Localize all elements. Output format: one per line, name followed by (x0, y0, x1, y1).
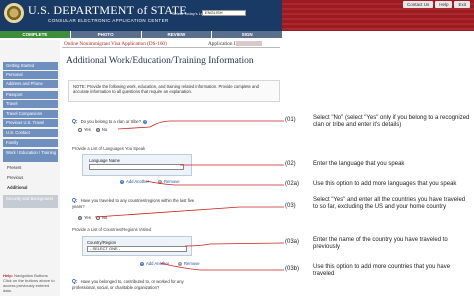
language-add-another-button[interactable]: + Add Another (120, 179, 149, 184)
sidebar-item-address-phone[interactable]: Address and Phone (3, 80, 58, 88)
plus-icon: + (120, 178, 124, 184)
top-links: Contact Us Help Exit (402, 1, 470, 8)
sidebar: Getting Started Personal Address and Pho… (0, 40, 60, 296)
language-add-another-label: Add Another (126, 179, 150, 184)
help-icon[interactable]: ? (143, 120, 148, 124)
country-region-label: Country/Region (87, 240, 117, 245)
tab-photo[interactable]: PHOTO (69, 31, 141, 38)
question-countries-traveled: Q: Have you traveled to any countries/reg… (72, 198, 207, 209)
site-header: U.S. DEPARTMENT of STATE CONSULAR ELECTR… (0, 0, 282, 31)
sidebar-subitem-present[interactable]: Present (7, 165, 21, 170)
help-box: Help: Navigation Buttons Click on the bu… (3, 273, 58, 293)
countries-traveled-yes-radio[interactable] (78, 215, 82, 220)
sidebar-subitem-additional[interactable]: Additional (7, 185, 27, 190)
sidebar-item-security-background[interactable]: Security and Background (3, 195, 58, 208)
sidebar-item-getting-started[interactable]: Getting Started (3, 62, 58, 70)
clan-tribe-yes-radio[interactable] (78, 127, 82, 132)
exit-link[interactable]: Exit (454, 1, 470, 8)
countries-traveled-options: Yes No (78, 215, 107, 220)
annotation-text-03b: Use this option to add more countries th… (313, 264, 451, 278)
tab-review[interactable]: REVIEW (140, 31, 212, 38)
sidebar-item-passport[interactable]: Passport (3, 91, 58, 99)
annotation-num-01: (01) (285, 117, 296, 123)
annotation-text-02: Enter the language that you speak (313, 161, 405, 167)
annotation-num-02a: (02a) (285, 181, 300, 187)
tab-complete[interactable]: COMPLETE (0, 31, 70, 38)
country-remove-label: Remove (184, 261, 200, 266)
question-countries-traveled-text: Have you traveled to any countries/regio… (72, 198, 195, 209)
country-add-another-button[interactable]: + Add Another (140, 261, 169, 266)
application-id-redacted (236, 41, 262, 46)
minus-icon: − (158, 178, 162, 184)
form-header-title: Online Nonimmigrant Visa Application (DS… (64, 41, 167, 47)
application-id-label: Application ID (208, 41, 240, 47)
annotation-text-03a: Enter the name of the country you have t… (313, 237, 448, 251)
clan-tribe-no-radio[interactable] (95, 127, 100, 132)
country-remove-button[interactable]: − Remove (178, 261, 200, 266)
help-link[interactable]: Help (435, 1, 453, 8)
language-name-input[interactable] (89, 164, 184, 170)
page-title: Additional Work/Education/Training Infor… (66, 56, 254, 66)
question-organizations: Q: Have you belonged to, contributed to, … (72, 279, 207, 290)
question-clan-tribe: Q: Do you belong to a clan or tribe?? (72, 119, 148, 125)
clan-tribe-yes-label: Yes (84, 127, 91, 132)
clan-tribe-options: Yes No (78, 127, 107, 132)
annotation-text-03: Select "Yes" and enter all the countries… (313, 197, 466, 211)
annotation-num-02: (02) (285, 161, 296, 167)
sidebar-item-travel-companions[interactable]: Travel Companions (3, 110, 58, 118)
language-box: Language Name (82, 154, 192, 176)
minus-icon: − (178, 260, 182, 266)
languages-section-label: Provide a List of Languages You Speak (72, 146, 146, 151)
language-remove-label: Remove (164, 179, 180, 184)
annotation-num-03a: (03a) (285, 239, 300, 245)
annotation-text-02a: Use this option to add more languages th… (313, 181, 457, 187)
header-subtitle: CONSULAR ELECTRONIC APPLICATION CENTER (48, 18, 169, 23)
sidebar-item-personal[interactable]: Personal (3, 71, 58, 79)
sidebar-item-work-education[interactable]: Work / Education / Training (3, 149, 58, 162)
annotation-text-01: Select "No" (select "Yes" only if you be… (313, 115, 470, 129)
language-select[interactable]: ENGLISH (202, 10, 246, 16)
form-header: Online Nonimmigrant Visa Application (DS… (62, 40, 280, 48)
note-box: NOTE: Provide the following work, educat… (68, 80, 280, 102)
countries-section-label: Provide a List of Countries/Regions Visi… (72, 227, 152, 232)
countries-traveled-no-label: No (101, 215, 108, 220)
country-box: Country/Region - SELECT ONE - (82, 236, 192, 256)
language-name-label: Language Name (89, 158, 120, 163)
tab-sign[interactable]: SIGN (211, 31, 282, 38)
annotation-num-03b: (03b) (285, 266, 300, 272)
language-remove-button[interactable]: − Remove (158, 179, 180, 184)
annotation-num-03: (03) (285, 203, 296, 209)
help-text: Click on the buttons above to access pre… (3, 278, 55, 293)
state-department-seal-icon (4, 3, 24, 23)
question-icon: Q: (72, 119, 78, 125)
country-add-another-label: Add Another (146, 261, 170, 266)
sidebar-item-us-contact[interactable]: U.S. Contact (3, 129, 58, 137)
countries-traveled-no-radio[interactable] (95, 215, 100, 220)
question-organizations-text: Have you belonged to, contributed to, or… (72, 279, 184, 290)
annotation-arrow-03a (184, 242, 285, 247)
sidebar-item-travel[interactable]: Travel (3, 100, 58, 108)
progress-tabs: COMPLETE PHOTO REVIEW SIGN (0, 31, 282, 38)
sidebar-item-family[interactable]: Family (3, 139, 58, 147)
contact-us-link[interactable]: Contact Us (402, 1, 434, 8)
plus-icon: + (140, 260, 144, 266)
sidebar-item-previous-us-travel[interactable]: Previous U.S. Travel (3, 119, 58, 127)
clan-tribe-no-label: No (101, 127, 108, 132)
header-title: U.S. DEPARTMENT of STATE (28, 3, 187, 17)
question-clan-tribe-text: Do you belong to a clan or tribe? (80, 119, 142, 124)
country-region-select[interactable]: - SELECT ONE - (87, 246, 187, 252)
sidebar-subitem-previous[interactable]: Previous (7, 175, 23, 180)
countries-traveled-yes-label: Yes (84, 215, 91, 220)
